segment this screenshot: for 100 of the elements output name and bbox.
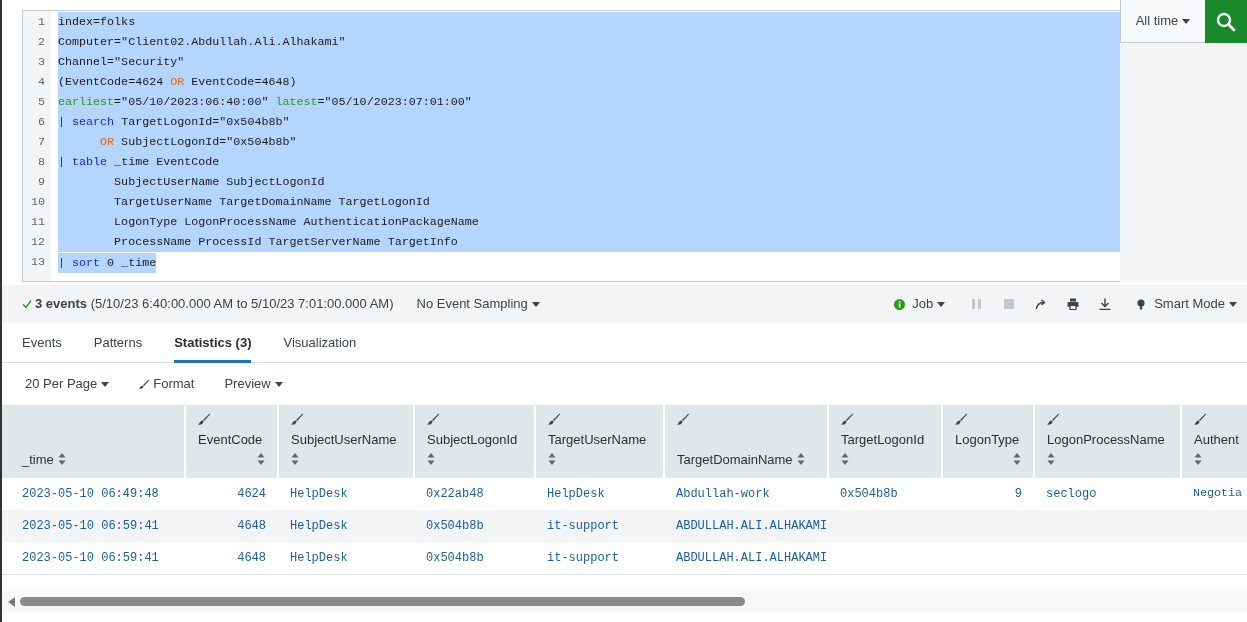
export-button[interactable] <box>1099 298 1112 310</box>
table-cell: Negotia <box>1193 486 1243 501</box>
print-button[interactable] <box>1067 298 1080 310</box>
dropdown-button[interactable]: Preview <box>224 374 283 394</box>
pause-icon <box>971 298 984 310</box>
line-number: 7 <box>37 134 46 151</box>
scrollbar-thumb[interactable] <box>20 597 745 606</box>
line-number: 8 <box>37 154 46 171</box>
table-cell: 4624 <box>237 487 266 501</box>
caret-icon <box>937 301 946 307</box>
event-summary: 3 events (5/10/23 6:40:00.000 AM to 5/10/23 7:01:00.000 AM) <box>35 295 394 314</box>
column-header[interactable]: SubjectUserName <box>278 405 414 478</box>
column-header[interactable]: TargetLogonId <box>828 405 942 478</box>
sort-icon[interactable] <box>796 453 805 465</box>
stop-icon <box>1003 298 1016 310</box>
line-number: 13 <box>29 254 46 271</box>
brush-icon <box>427 413 439 425</box>
share-icon <box>1035 298 1048 310</box>
search-editor[interactable] <box>22 10 1120 282</box>
brush-icon <box>1047 413 1059 425</box>
table-cell: it-support <box>547 550 619 565</box>
brush-icon <box>198 413 210 425</box>
column-header[interactable]: LogonType <box>942 405 1034 478</box>
table-cell: 9 <box>1014 487 1022 501</box>
table-cell: HelpDesk <box>290 519 348 533</box>
line-number: 5 <box>37 94 46 111</box>
column-header[interactable]: Authent <box>1181 405 1247 478</box>
sampling-dropdown[interactable]: No Event Sampling <box>416 294 540 314</box>
column-header[interactable]: EventCode <box>185 405 278 478</box>
caret-icon <box>1229 301 1237 307</box>
table-cell: 0x504b8b <box>426 550 484 565</box>
table-cell: ABDULLAH.ALI.ALHAKAMI <box>676 550 828 565</box>
line-number: 9 <box>37 174 46 191</box>
table-cell: 2023-05-10 06:59:41 <box>22 550 159 565</box>
line-number: 10 <box>29 194 46 211</box>
sort-icon[interactable] <box>427 453 435 465</box>
brush-icon <box>291 413 303 425</box>
brush-icon <box>841 413 853 425</box>
sort-icon[interactable] <box>257 453 265 465</box>
caret-icon <box>274 381 283 387</box>
download-icon <box>1099 298 1112 310</box>
table-cell: seclogo <box>1046 487 1097 501</box>
line-number: 3 <box>37 54 46 71</box>
brush-icon <box>139 379 150 389</box>
brush-icon <box>955 413 967 425</box>
tab[interactable]: Visualization <box>283 323 357 363</box>
sort-icon[interactable] <box>548 453 556 465</box>
column-header[interactable]: LogonProcessName <box>1034 405 1181 478</box>
dropdown-button[interactable]: 20 Per Page <box>25 374 110 394</box>
table-cell: 2023-05-10 06:59:41 <box>22 519 159 533</box>
table-cell: HelpDesk <box>290 550 348 565</box>
format-button[interactable]: Format <box>139 374 195 394</box>
sort-icon[interactable] <box>1047 453 1055 465</box>
sort-icon[interactable] <box>841 453 849 465</box>
sort-icon[interactable] <box>57 453 66 465</box>
lightbulb-icon <box>1137 298 1146 310</box>
line-number: 2 <box>37 34 46 51</box>
sort-icon[interactable] <box>1194 453 1202 465</box>
table-cell: it-support <box>547 519 619 533</box>
line-number: 4 <box>37 74 46 91</box>
line-number: 11 <box>29 214 46 231</box>
brush-icon <box>677 413 689 425</box>
sort-icon[interactable] <box>291 453 299 465</box>
column-header[interactable]: TargetDomainName <box>664 405 828 478</box>
time-range-dropdown[interactable]: All time <box>1120 0 1205 43</box>
line-number: 1 <box>37 14 46 31</box>
table-cell: Abdullah-work <box>676 487 770 501</box>
share-button[interactable] <box>1035 298 1048 310</box>
column-header[interactable]: SubjectLogonId <box>414 405 535 478</box>
job-menu[interactable]: Job <box>894 294 946 314</box>
column-header[interactable]: TargetUserName <box>535 405 664 478</box>
column-header[interactable]: _time <box>2 405 185 478</box>
table-cell: 0x22ab48 <box>426 487 484 501</box>
table-cell: 2023-05-10 06:49:48 <box>22 487 159 501</box>
info-icon <box>894 298 906 310</box>
brush-icon <box>548 413 560 425</box>
brush-icon <box>1194 413 1206 425</box>
table-cell: HelpDesk <box>290 487 348 501</box>
horizontal-scrollbar[interactable] <box>2 590 1247 613</box>
printer-icon <box>1067 298 1080 310</box>
check-icon <box>22 299 32 309</box>
sort-icon[interactable] <box>1013 453 1021 465</box>
table-cell: HelpDesk <box>547 487 605 501</box>
caret-icon <box>531 301 540 307</box>
line-number: 6 <box>37 114 46 131</box>
tab[interactable]: Patterns <box>93 323 143 363</box>
table-cell: 0x504b8b <box>840 487 898 501</box>
search-icon <box>1216 11 1236 32</box>
tab[interactable]: Statistics (3) <box>174 323 252 363</box>
caret-icon <box>101 381 110 387</box>
search-button[interactable] <box>1205 0 1247 43</box>
search-mode-dropdown[interactable]: Smart Mode <box>1137 294 1237 314</box>
scroll-left-icon[interactable] <box>8 596 16 607</box>
tab[interactable]: Events <box>22 323 62 363</box>
table-cell: ABDULLAH.ALI.ALHAKAMI <box>676 519 828 533</box>
caret-icon <box>1182 18 1191 24</box>
table-cell: 4648 <box>237 519 266 533</box>
line-number: 12 <box>29 234 46 251</box>
table-cell: 4648 <box>237 550 266 565</box>
table-cell: 0x504b8b <box>426 519 484 533</box>
